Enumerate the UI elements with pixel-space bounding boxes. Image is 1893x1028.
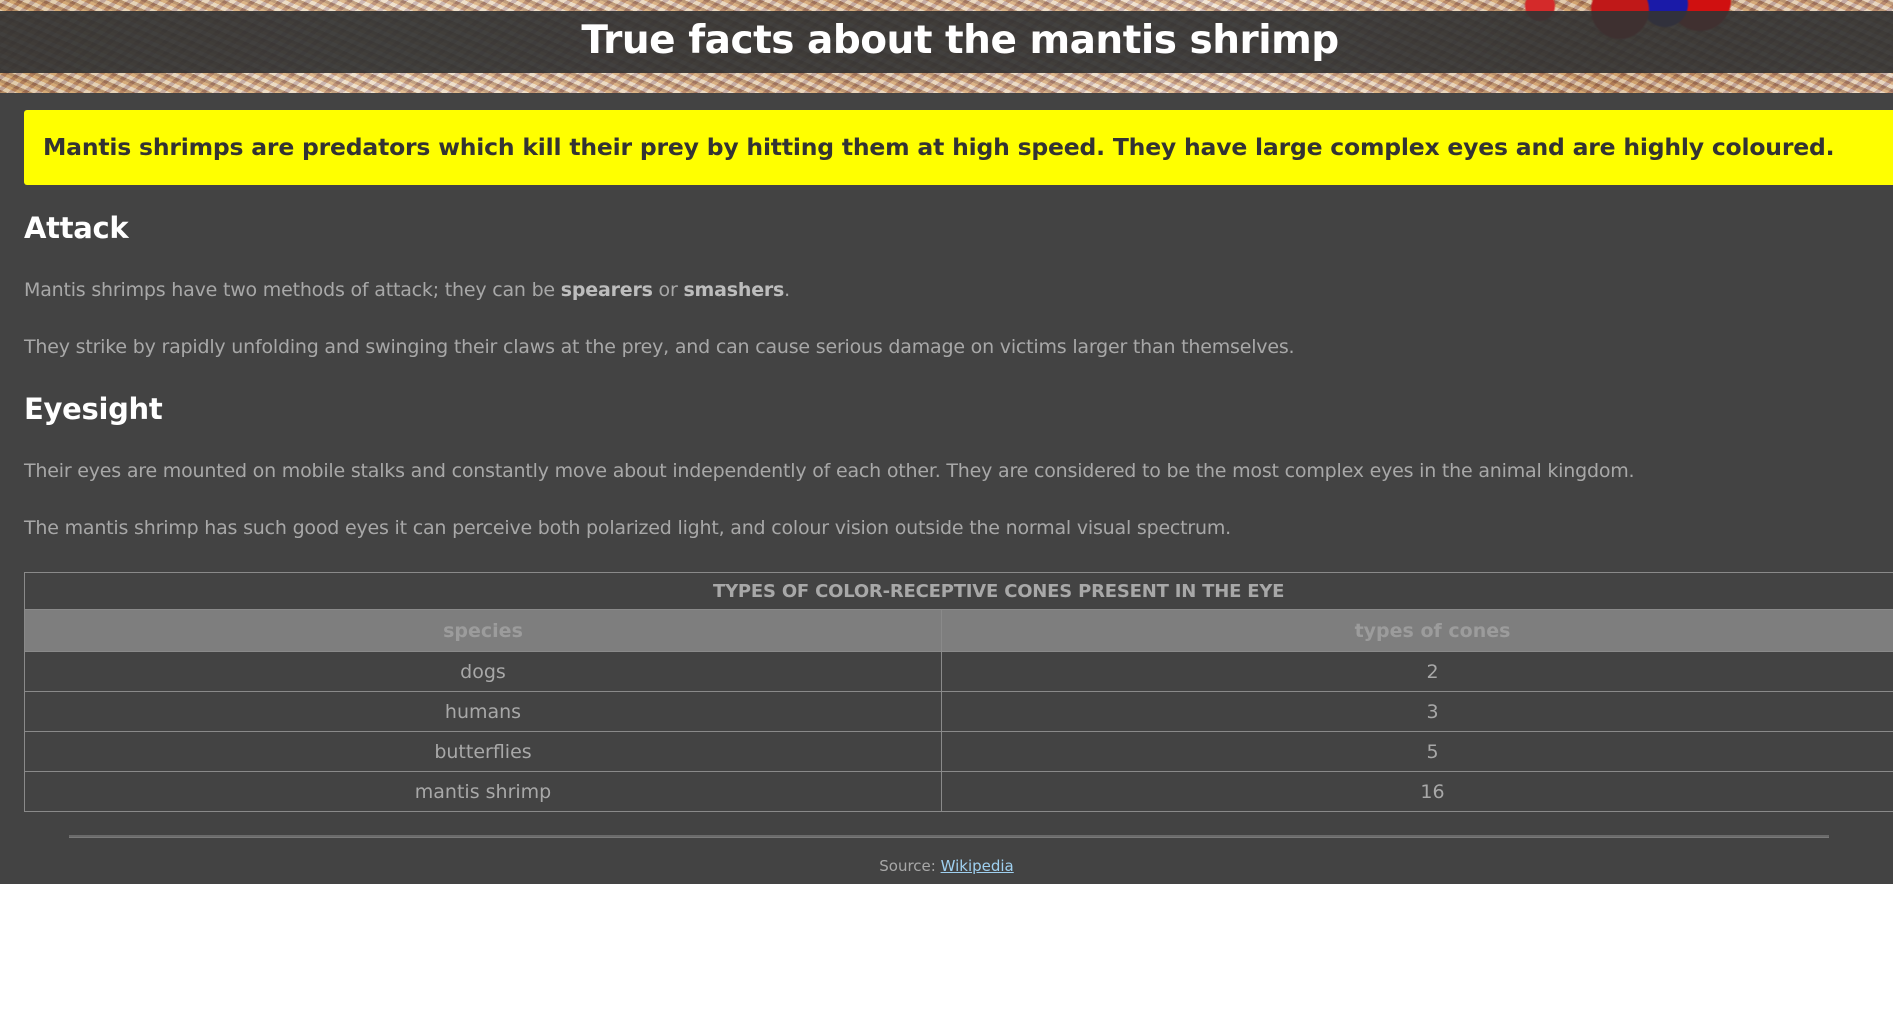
table-row: mantis shrimp 16 (24, 771, 1893, 812)
footer: Source: Wikipedia (0, 857, 1893, 875)
footer-divider (69, 835, 1829, 838)
header-banner: True facts about the mantis shrimp (0, 0, 1893, 93)
species-cell: dogs (24, 651, 942, 692)
attack-heading: Attack (24, 211, 129, 245)
intro-text: Mantis shrimps are predators which kill … (43, 133, 1835, 161)
header-species: species (24, 609, 942, 652)
intro-callout: Mantis shrimps are predators which kill … (24, 110, 1893, 185)
table-row: humans 3 (24, 691, 1893, 732)
table-row: dogs 2 (24, 651, 1893, 692)
cones-cell: 5 (941, 731, 1893, 772)
source-label: Source: (879, 857, 941, 875)
page: True facts about the mantis shrimp Manti… (0, 0, 1893, 884)
table-row: butterflies 5 (24, 731, 1893, 772)
wikipedia-link[interactable]: Wikipedia (941, 857, 1014, 875)
attack-paragraph-1: Mantis shrimps have two methods of attac… (24, 277, 790, 303)
cones-table: TYPES OF COLOR-RECEPTIVE CONES PRESENT I… (24, 572, 1893, 812)
page-title: True facts about the mantis shrimp (581, 18, 1339, 63)
table-caption: TYPES OF COLOR-RECEPTIVE CONES PRESENT I… (24, 572, 1893, 609)
smashers-term: smashers (683, 279, 785, 301)
attack-p1-text-mid: or (652, 279, 684, 301)
species-cell: butterflies (24, 731, 942, 772)
spearers-term: spearers (560, 279, 653, 301)
cones-cell: 16 (941, 771, 1893, 812)
attack-p1-text-start: Mantis shrimps have two methods of attac… (24, 279, 561, 301)
eyesight-heading: Eyesight (24, 392, 163, 426)
header-types-of-cones: types of cones (941, 609, 1893, 652)
species-cell: mantis shrimp (24, 771, 942, 812)
cones-cell: 3 (941, 691, 1893, 732)
eyesight-paragraph-2: The mantis shrimp has such good eyes it … (24, 517, 1232, 539)
eyesight-paragraph-1: Their eyes are mounted on mobile stalks … (24, 460, 1635, 482)
species-cell: humans (24, 691, 942, 732)
table-header-row: species types of cones (24, 609, 1893, 652)
attack-p1-text-end: . (784, 279, 791, 301)
cones-cell: 2 (941, 651, 1893, 692)
attack-paragraph-2: They strike by rapidly unfolding and swi… (24, 336, 1295, 358)
